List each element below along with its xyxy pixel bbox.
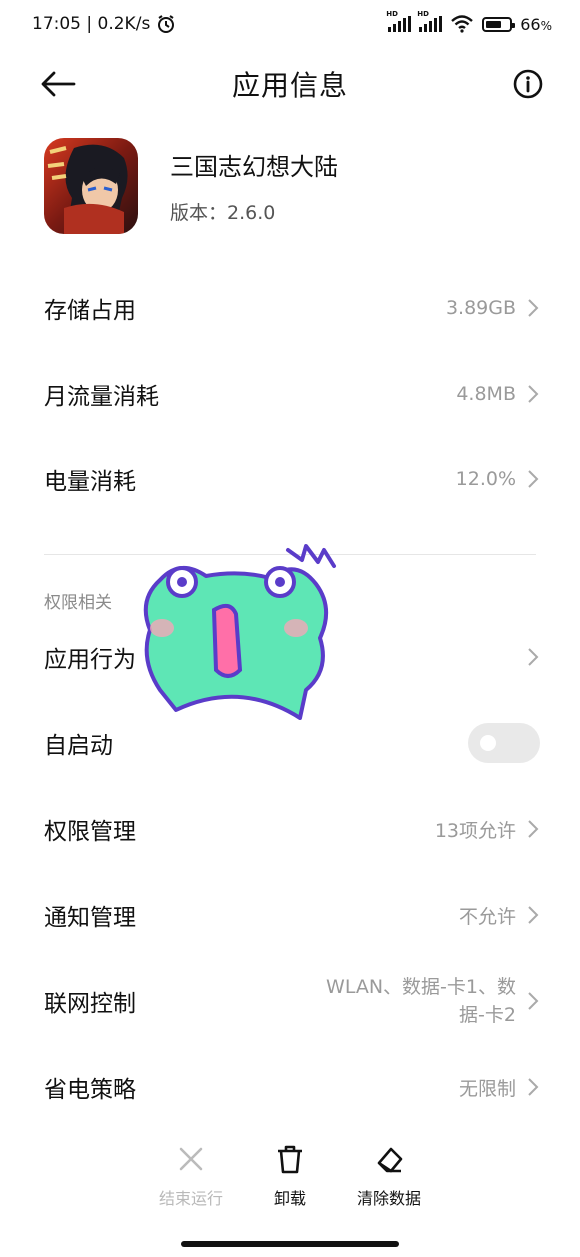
clear-data-button[interactable]: 清除数据 [348, 1143, 430, 1213]
autostart-label: 自启动 [44, 733, 113, 759]
uninstall-label: 卸载 [273, 1189, 306, 1208]
autostart-toggle[interactable] [468, 723, 540, 763]
end-process-label: 结束运行 [158, 1189, 223, 1208]
page-title: 应用信息 [231, 69, 348, 102]
app-icon [44, 138, 138, 234]
section-title-permissions: 权限相关 [44, 593, 112, 613]
trash-icon [278, 1145, 302, 1174]
network-control-label: 联网控制 [44, 991, 136, 1017]
app-behavior-row[interactable]: 应用行为 [44, 627, 540, 687]
chevron-right-icon [528, 992, 539, 1010]
permission-manage-value: 13项允许 [434, 819, 516, 842]
chevron-right-icon [528, 470, 539, 488]
autostart-row: 自启动 [44, 713, 540, 773]
chevron-right-icon [528, 648, 539, 666]
chevron-right-icon [528, 906, 539, 924]
data-usage-label: 月流量消耗 [44, 384, 159, 410]
close-icon [179, 1147, 203, 1171]
storage-row[interactable]: 存储占用 3.89GB [44, 278, 540, 338]
power-saving-value: 无限制 [458, 1077, 516, 1100]
eraser-icon [377, 1147, 403, 1173]
wifi-icon [451, 15, 474, 33]
power-saving-label: 省电策略 [44, 1077, 136, 1103]
permission-manage-label: 权限管理 [44, 819, 136, 845]
signal-sim1-icon: HD [386, 10, 412, 32]
battery-usage-label: 电量消耗 [44, 469, 136, 495]
chevron-right-icon [528, 820, 539, 838]
end-process-button[interactable]: 结束运行 [150, 1143, 232, 1213]
notification-manage-row[interactable]: 通知管理 不允许 [44, 885, 540, 945]
bottom-actions: 结束运行 卸载 清除数据 [150, 1143, 430, 1213]
storage-label: 存储占用 [44, 298, 136, 324]
toggle-knob [480, 735, 496, 751]
battery-usage-value: 12.0% [455, 468, 516, 490]
status-time: 17:05 | 0.2K/s [32, 14, 151, 34]
alarm-icon [158, 15, 175, 33]
notification-manage-value: 不允许 [458, 905, 516, 928]
status-bar: 17:05 | 0.2K/s HD HD 66% [0, 0, 580, 48]
battery-icon [482, 16, 516, 32]
chevron-right-icon [528, 299, 539, 317]
notification-manage-label: 通知管理 [44, 905, 136, 931]
chevron-right-icon [528, 385, 539, 403]
power-saving-row[interactable]: 省电策略 无限制 [44, 1057, 540, 1117]
clear-data-label: 清除数据 [356, 1189, 421, 1208]
storage-value: 3.89GB [445, 297, 516, 319]
info-icon[interactable] [512, 68, 544, 100]
data-usage-row[interactable]: 月流量消耗 4.8MB [44, 364, 540, 424]
network-control-row[interactable]: 联网控制 WLAN、数据-卡1、数 据-卡2 [44, 971, 540, 1031]
divider [44, 554, 536, 555]
app-version: 版本：2.6.0 [170, 202, 276, 224]
permission-manage-row[interactable]: 权限管理 13项允许 [44, 799, 540, 859]
data-usage-value: 4.8MB [456, 383, 516, 405]
battery-percent: 66% [520, 14, 552, 34]
back-arrow-icon[interactable] [38, 66, 78, 102]
app-name: 三国志幻想大陆 [170, 153, 338, 181]
app-summary: 三国志幻想大陆 版本：2.6.0 [44, 138, 536, 234]
home-indicator[interactable] [181, 1241, 399, 1247]
uninstall-button[interactable]: 卸载 [249, 1143, 331, 1213]
signal-sim2-icon: HD [417, 10, 443, 32]
network-control-value: WLAN、数据-卡1、数 据-卡2 [326, 976, 516, 1026]
app-behavior-label: 应用行为 [44, 647, 136, 673]
header: 应用信息 [0, 56, 580, 112]
battery-usage-row[interactable]: 电量消耗 12.0% [44, 449, 540, 509]
chevron-right-icon [528, 1078, 539, 1096]
